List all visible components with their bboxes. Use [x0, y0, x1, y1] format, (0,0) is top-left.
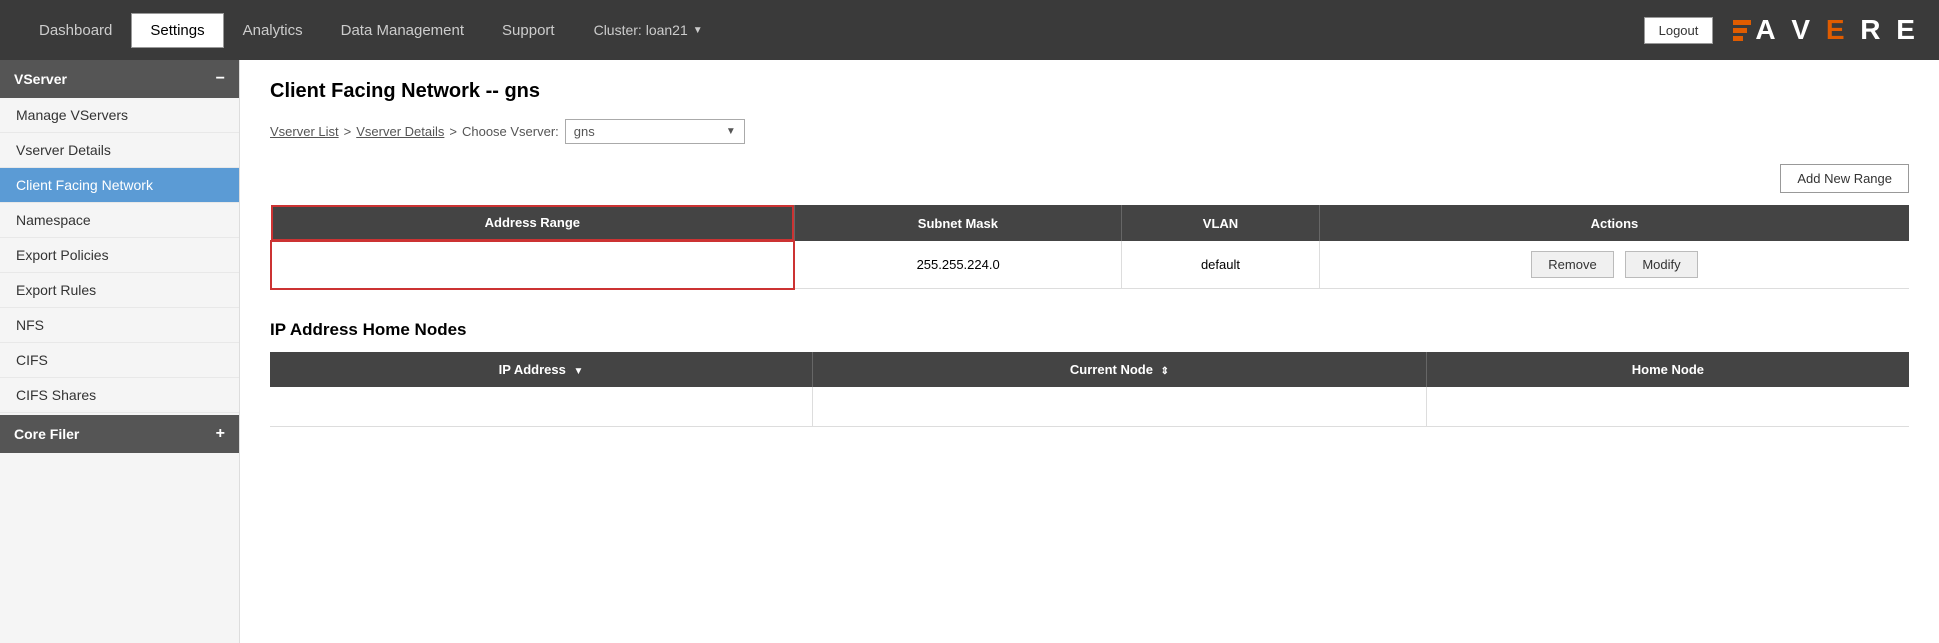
vserver-section-header[interactable]: VServer −: [0, 60, 239, 98]
core-filer-expand-icon: +: [216, 425, 225, 443]
top-bar: Dashboard Settings Analytics Data Manage…: [0, 0, 1939, 60]
col-header-current-node: Current Node ⇕: [813, 352, 1427, 387]
sidebar-item-nfs[interactable]: NFS: [0, 308, 239, 343]
tab-dashboard[interactable]: Dashboard: [20, 13, 131, 48]
logo-bars: [1733, 20, 1751, 41]
breadcrumb-vserver-details[interactable]: Vserver Details: [356, 124, 444, 139]
vserver-dropdown-arrow: ▼: [726, 126, 736, 137]
ip-sort-icon[interactable]: ▼: [574, 366, 584, 377]
sidebar-item-export-policies[interactable]: Export Policies: [0, 238, 239, 273]
col-header-ip-address: IP Address ▼: [270, 352, 813, 387]
col-header-address-range: Address Range: [271, 205, 794, 241]
col-header-actions: Actions: [1319, 205, 1909, 241]
ip-address-table: IP Address ▼ Current Node ⇕ Home Node: [270, 352, 1909, 428]
remove-button[interactable]: Remove: [1531, 251, 1613, 278]
vserver-selected-value: gns: [574, 124, 595, 139]
sidebar-item-vserver-details[interactable]: Vserver Details: [0, 133, 239, 168]
logo-e-letter: E: [1826, 14, 1849, 46]
col-header-vlan: VLAN: [1122, 205, 1320, 241]
main-layout: VServer − Manage VServers Vserver Detail…: [0, 60, 1939, 643]
cell-vlan: default: [1122, 241, 1320, 289]
sidebar: VServer − Manage VServers Vserver Detail…: [0, 60, 240, 643]
sidebar-item-namespace[interactable]: Namespace: [0, 203, 239, 238]
ip-table-row-empty: [270, 387, 1909, 427]
cell-actions: Remove Modify: [1319, 241, 1909, 289]
sidebar-item-manage-vservers[interactable]: Manage VServers: [0, 98, 239, 133]
table-row: 255.255.224.0 default Remove Modify: [271, 241, 1909, 289]
ip-table-header-row: IP Address ▼ Current Node ⇕ Home Node: [270, 352, 1909, 387]
ip-address-cell: [270, 387, 813, 427]
nav-left: Dashboard Settings Analytics Data Manage…: [20, 13, 703, 48]
col-header-subnet-mask: Subnet Mask: [794, 205, 1121, 241]
ip-section-title: IP Address Home Nodes: [270, 320, 1909, 340]
page-title: Client Facing Network -- gns: [270, 80, 1909, 103]
sidebar-item-client-facing-network[interactable]: Client Facing Network: [0, 168, 239, 203]
breadcrumb-vserver-list[interactable]: Vserver List: [270, 124, 339, 139]
vserver-collapse-icon: −: [216, 70, 225, 88]
tab-settings[interactable]: Settings: [131, 13, 223, 48]
address-range-table: Address Range Subnet Mask VLAN Actions 2…: [270, 205, 1909, 290]
breadcrumb-sep2: >: [449, 124, 457, 139]
cluster-selector[interactable]: Cluster: loan21 ▼: [594, 22, 703, 38]
cell-address-range: [271, 241, 794, 289]
cluster-dropdown-arrow: ▼: [693, 25, 703, 36]
current-node-sort-icon[interactable]: ⇕: [1161, 366, 1169, 377]
modify-button[interactable]: Modify: [1625, 251, 1697, 278]
avere-logo: A V E R E: [1733, 14, 1919, 46]
vserver-dropdown[interactable]: gns ▼: [565, 119, 745, 144]
sidebar-item-cifs-shares[interactable]: CIFS Shares: [0, 378, 239, 413]
table-header-row: Address Range Subnet Mask VLAN Actions: [271, 205, 1909, 241]
choose-vserver-container: Choose Vserver: gns ▼: [462, 119, 745, 144]
tab-data-management[interactable]: Data Management: [322, 13, 483, 48]
tab-support[interactable]: Support: [483, 13, 574, 48]
cell-subnet-mask: 255.255.224.0: [794, 241, 1121, 289]
home-node-cell: [1426, 387, 1909, 427]
content-area: Client Facing Network -- gns Vserver Lis…: [240, 60, 1939, 643]
sidebar-item-export-rules[interactable]: Export Rules: [0, 273, 239, 308]
tab-analytics[interactable]: Analytics: [224, 13, 322, 48]
breadcrumb: Vserver List > Vserver Details > Choose …: [270, 119, 1909, 144]
add-range-container: Add New Range: [270, 164, 1909, 193]
core-filer-section-header[interactable]: Core Filer +: [0, 415, 239, 453]
breadcrumb-sep1: >: [344, 124, 352, 139]
choose-vserver-label: Choose Vserver:: [462, 124, 559, 139]
col-header-home-node: Home Node: [1426, 352, 1909, 387]
current-node-cell: [813, 387, 1427, 427]
add-new-range-button[interactable]: Add New Range: [1780, 164, 1909, 193]
sidebar-item-cifs[interactable]: CIFS: [0, 343, 239, 378]
logout-button[interactable]: Logout: [1644, 17, 1714, 44]
nav-right: Logout A V E R E: [1644, 14, 1919, 46]
